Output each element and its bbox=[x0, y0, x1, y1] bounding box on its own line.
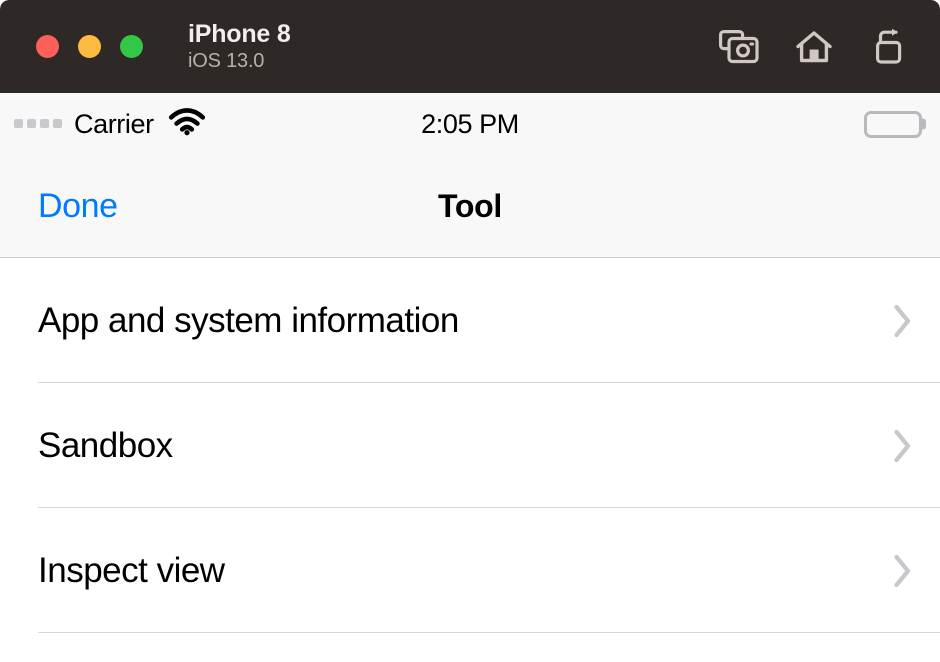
rotate-device-icon bbox=[872, 28, 906, 65]
done-button[interactable]: Done bbox=[38, 187, 118, 226]
table-row-inspect-view[interactable]: Inspect view bbox=[0, 508, 940, 633]
battery-cap bbox=[922, 118, 926, 130]
signal-dot bbox=[40, 118, 49, 128]
status-bar-right bbox=[864, 110, 926, 138]
page-title: Tool bbox=[438, 187, 502, 224]
cellular-signal-icon bbox=[14, 118, 62, 130]
screenshot-camera-icon bbox=[719, 29, 759, 64]
battery-full-icon bbox=[864, 110, 926, 138]
signal-dot bbox=[53, 118, 62, 128]
minimize-window-button[interactable] bbox=[78, 35, 101, 58]
status-bar-left: Carrier bbox=[14, 107, 206, 141]
table-row-app-and-system-information[interactable]: App and system information bbox=[0, 258, 940, 383]
row-separator bbox=[38, 632, 940, 633]
window-titlebar: iPhone 8 iOS 13.0 bbox=[0, 0, 940, 93]
chevron-right-icon bbox=[892, 553, 914, 589]
simulator-window: iPhone 8 iOS 13.0 Carrier 2:05 PM Done T… bbox=[0, 0, 940, 662]
signal-dot bbox=[14, 118, 23, 128]
carrier-label: Carrier bbox=[74, 108, 154, 139]
signal-dot bbox=[27, 118, 36, 128]
close-window-button[interactable] bbox=[36, 35, 59, 58]
os-version-label: iOS 13.0 bbox=[188, 49, 265, 72]
settings-table-view: App and system information Sandbox Inspe… bbox=[0, 258, 940, 633]
table-row-label: Inspect view bbox=[38, 551, 225, 590]
traffic-light-buttons bbox=[36, 35, 143, 58]
wifi-icon bbox=[168, 107, 206, 141]
home-icon bbox=[795, 30, 833, 64]
rotate-device-button[interactable] bbox=[868, 26, 910, 68]
chevron-right-icon bbox=[892, 428, 914, 464]
table-row-label: App and system information bbox=[38, 301, 459, 340]
home-button[interactable] bbox=[793, 26, 835, 68]
ios-status-bar: Carrier 2:05 PM bbox=[0, 93, 940, 155]
table-row-label: Sandbox bbox=[38, 426, 173, 465]
device-name-label: iPhone 8 bbox=[188, 20, 291, 49]
chevron-right-icon bbox=[892, 303, 914, 339]
titlebar-actions bbox=[718, 26, 918, 68]
table-row-sandbox[interactable]: Sandbox bbox=[0, 383, 940, 508]
screenshot-button[interactable] bbox=[718, 26, 760, 68]
window-title-block: iPhone 8 iOS 13.0 bbox=[188, 21, 291, 71]
ios-navigation-bar: Done Tool bbox=[0, 155, 940, 258]
maximize-window-button[interactable] bbox=[120, 35, 143, 58]
